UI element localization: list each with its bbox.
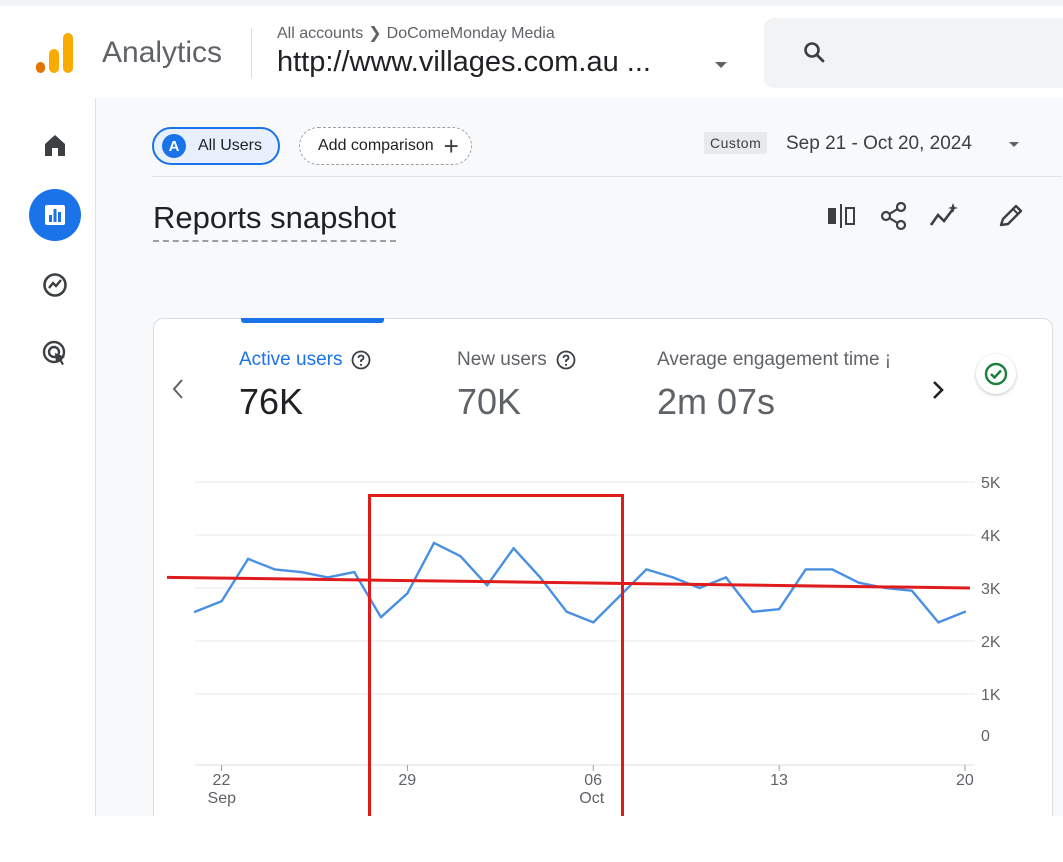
data-point	[857, 581, 860, 584]
plus-icon: +	[443, 131, 459, 161]
x-tick-label: 13	[770, 772, 788, 789]
share-icon[interactable]	[879, 201, 909, 231]
data-point	[751, 610, 754, 614]
analytics-logo-icon[interactable]	[36, 33, 76, 73]
metric-value: 76K	[239, 381, 304, 422]
metric-average-engagement-time[interactable]: Average engagement time ¡ 2m 07s	[657, 349, 919, 423]
top-bar: Analytics All accounts ❯ DoComeMonday Medi…	[0, 0, 1063, 98]
y-tick-label: 2K	[981, 634, 1001, 651]
data-point	[804, 568, 807, 571]
metric-label: New users	[457, 349, 547, 370]
add-comparison-button[interactable]: Add comparison +	[299, 127, 472, 165]
data-point	[645, 568, 648, 571]
x-tick-label: 22	[213, 772, 231, 789]
breadcrumb-account[interactable]: All accounts	[277, 25, 363, 42]
breadcrumb-sub[interactable]: DoComeMonday Media	[387, 25, 555, 42]
page-title[interactable]: Reports snapshot	[153, 200, 396, 242]
help-icon[interactable]	[556, 350, 576, 370]
edit-icon[interactable]	[996, 201, 1026, 231]
data-point	[698, 586, 701, 590]
data-point	[937, 621, 940, 624]
data-point	[777, 608, 781, 611]
data-point	[963, 610, 967, 614]
insights-icon[interactable]	[929, 201, 959, 231]
data-point	[831, 568, 834, 571]
y-tick-label: 1K	[981, 687, 1001, 704]
highlight-annotation-box	[368, 494, 624, 836]
caret-down-icon[interactable]	[1009, 142, 1019, 147]
x-tick-month-label: Sep	[208, 790, 237, 807]
avatar: A	[162, 134, 186, 158]
help-icon[interactable]	[351, 350, 371, 370]
breadcrumb[interactable]: All accounts ❯ DoComeMonday Media	[277, 23, 555, 43]
data-point	[193, 610, 197, 614]
metric-label: Active users	[239, 349, 343, 370]
chevron-right-icon[interactable]	[930, 376, 946, 404]
data-point	[300, 570, 303, 574]
y-tick-label: 0	[981, 728, 990, 745]
data-quality-check-icon[interactable]	[976, 354, 1016, 394]
y-tick-label: 4K	[981, 528, 1001, 545]
data-point	[671, 576, 675, 579]
data-point	[220, 600, 223, 603]
metric-label: Average engagement time ¡	[657, 349, 892, 370]
metric-new-users[interactable]: New users 70K	[457, 349, 576, 423]
x-tick-label: 20	[956, 772, 974, 789]
caret-down-icon[interactable]	[715, 62, 727, 68]
active-tab-indicator	[241, 318, 384, 323]
reports-icon[interactable]	[41, 201, 69, 229]
header-divider-line	[152, 176, 1062, 177]
data-point	[353, 570, 356, 574]
header-divider	[251, 28, 252, 78]
y-tick-label: 3K	[981, 581, 1001, 598]
top-edge	[0, 0, 1063, 6]
date-type-tag: Custom	[704, 132, 768, 154]
data-point	[724, 576, 728, 579]
chevron-right-icon: ❯	[368, 25, 382, 42]
data-point	[910, 589, 914, 592]
metric-value: 70K	[457, 381, 522, 422]
property-selector[interactable]: http://www.villages.com.au ...	[277, 46, 651, 79]
data-point	[273, 568, 276, 571]
compare-icon[interactable]	[826, 201, 856, 231]
metric-active-users[interactable]: Active users 76K	[239, 349, 371, 423]
chevron-left-icon[interactable]	[170, 375, 186, 403]
data-point	[246, 557, 250, 561]
y-tick-label: 5K	[981, 475, 1001, 492]
date-range-picker[interactable]: Sep 21 - Oct 20, 2024	[786, 133, 972, 155]
home-icon[interactable]	[41, 131, 69, 159]
add-comparison-label: Add comparison	[318, 137, 434, 154]
app-name: Analytics	[102, 36, 223, 69]
all-users-chip[interactable]: A All Users	[152, 127, 281, 165]
search-icon[interactable]	[802, 40, 826, 64]
chip-label: All Users	[198, 137, 263, 154]
bottom-area	[0, 816, 1063, 862]
metric-value: 2m 07s	[657, 381, 776, 422]
advertising-icon[interactable]	[41, 339, 69, 367]
explore-icon[interactable]	[41, 271, 69, 299]
